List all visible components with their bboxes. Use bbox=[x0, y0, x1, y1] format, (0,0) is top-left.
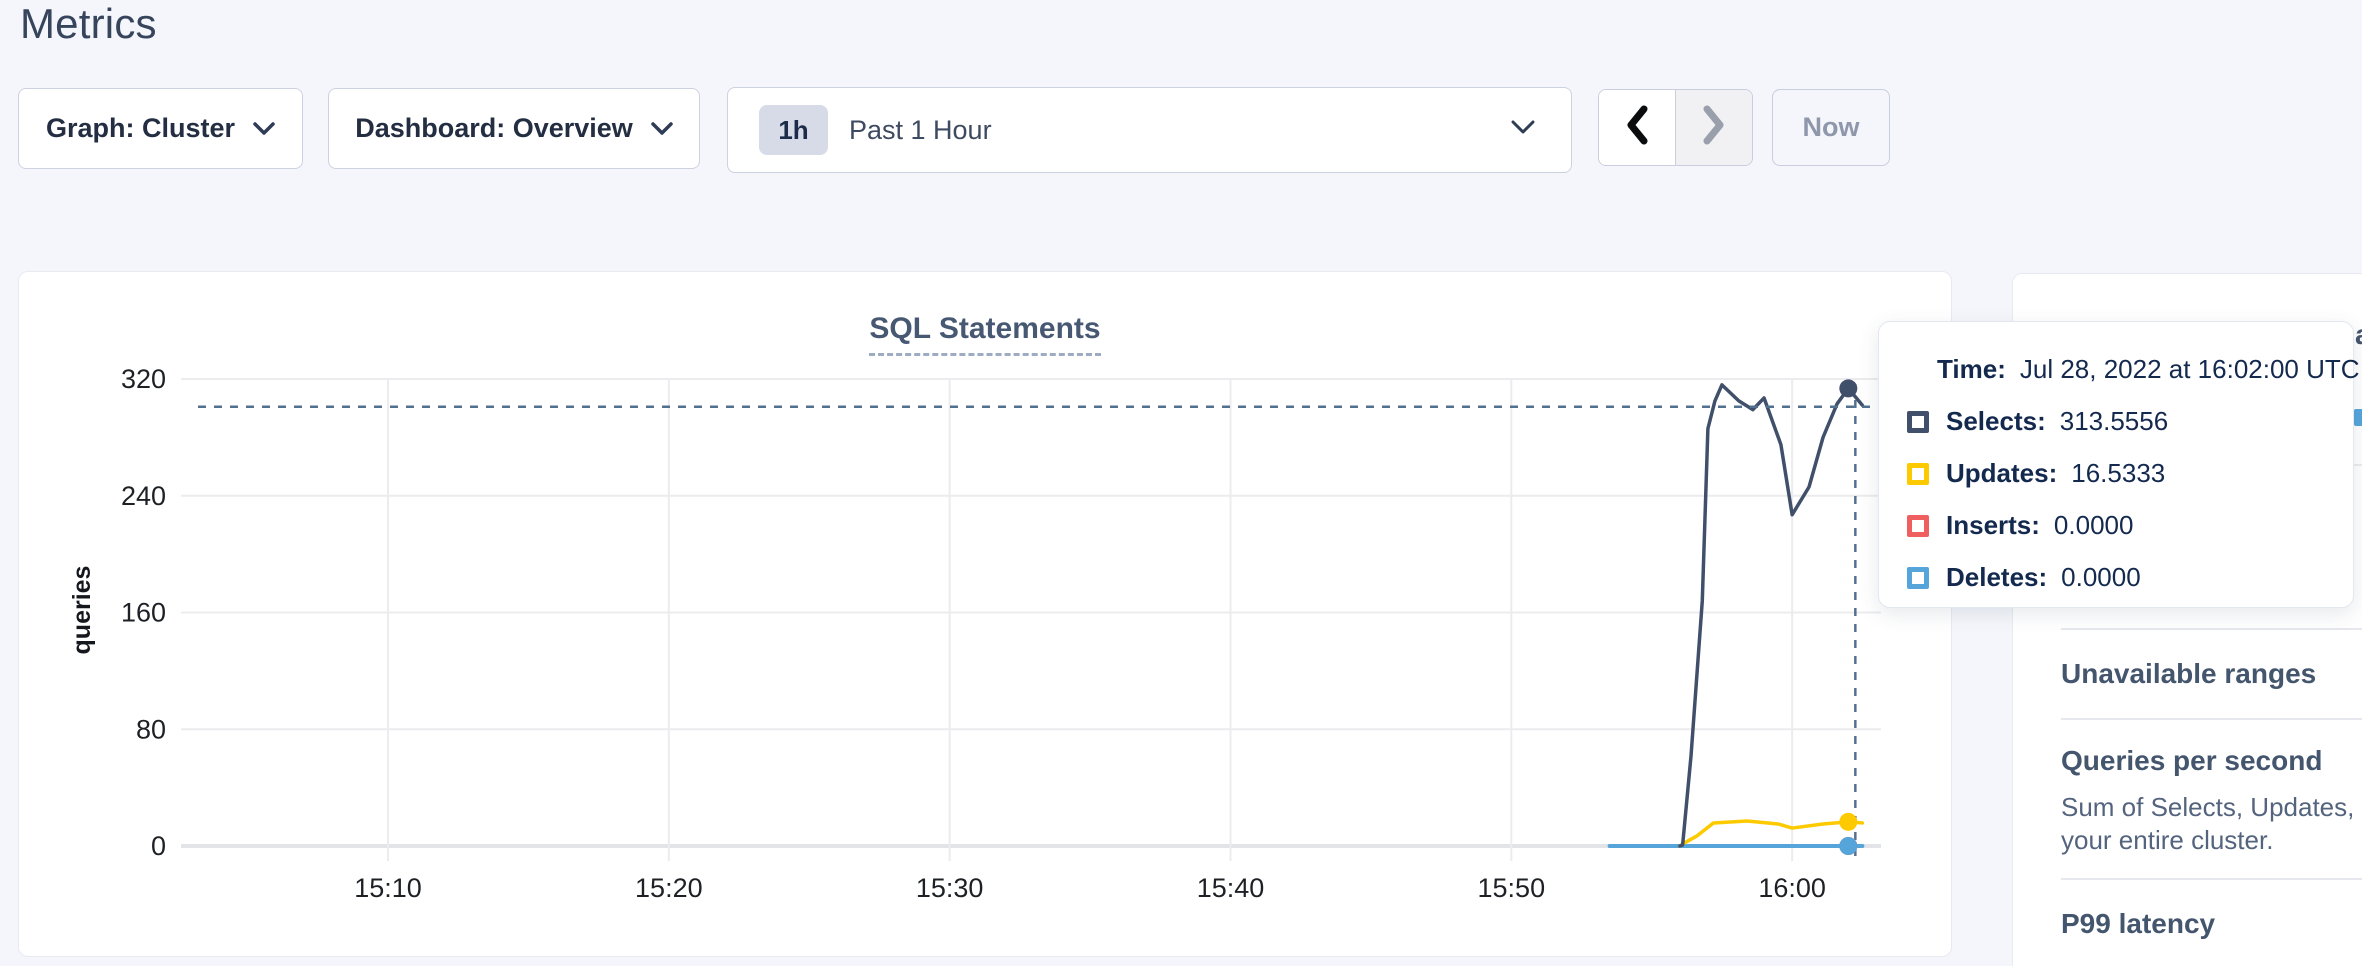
tooltip-row-value: 0.0000 bbox=[2054, 510, 2134, 541]
x-tick-label: 15:20 bbox=[635, 873, 703, 903]
divider bbox=[2061, 718, 2362, 720]
time-range-badge: 1h bbox=[759, 105, 828, 155]
selects-swatch-icon bbox=[1907, 411, 1929, 433]
y-tick-label: 320 bbox=[121, 364, 166, 394]
sidebar-section-description: your entire cluster. bbox=[2061, 825, 2273, 856]
chevron-right-icon bbox=[1701, 104, 1727, 151]
x-tick-label: 15:10 bbox=[354, 873, 422, 903]
time-range-arrows bbox=[1598, 89, 1753, 166]
dashboard-dropdown-label: Dashboard: Overview bbox=[355, 113, 633, 144]
y-tick-label: 80 bbox=[136, 714, 166, 744]
selects-line bbox=[1680, 385, 1863, 846]
page-title: Metrics bbox=[20, 0, 157, 48]
divider bbox=[2061, 628, 2362, 630]
chevron-left-icon bbox=[1624, 104, 1650, 151]
chevron-down-icon bbox=[253, 122, 275, 136]
sql-statements-chart[interactable]: 0 80 160 240 320 15:10 15:20 15:30 15:40 15:50 16:… bbox=[19, 272, 1953, 958]
deletes-hover-dot bbox=[1839, 837, 1857, 855]
divider bbox=[2061, 878, 2362, 880]
tooltip-row-label: Selects: bbox=[1946, 406, 2046, 437]
chevron-down-icon bbox=[651, 122, 673, 136]
tooltip-row-label: Inserts: bbox=[1946, 510, 2040, 541]
clipped-gridline-fragment bbox=[2354, 464, 2362, 466]
y-axis-label: queries bbox=[68, 566, 96, 655]
tooltip-row-label: Deletes: bbox=[1946, 562, 2047, 593]
clipped-chart-title-fragment: a bbox=[2355, 319, 2362, 351]
tooltip-time-label: Time: bbox=[1937, 354, 2006, 384]
tooltip-row-value: 16.5333 bbox=[2071, 458, 2165, 489]
sql-statements-card: SQL Statements 08016024032015:1015:2015:… bbox=[18, 271, 1952, 957]
x-tick-label: 16:00 bbox=[1758, 873, 1826, 903]
sidebar-section-queries-per-second[interactable]: Queries per second bbox=[2061, 745, 2322, 777]
sidebar-section-p99-latency[interactable]: P99 latency bbox=[2061, 908, 2215, 940]
inserts-swatch-icon bbox=[1907, 515, 1929, 537]
updates-swatch-icon bbox=[1907, 463, 1929, 485]
next-range-button[interactable] bbox=[1676, 90, 1752, 165]
selects-hover-dot bbox=[1839, 379, 1857, 397]
tooltip-row-value: 313.5556 bbox=[2060, 406, 2168, 437]
time-range-label: Past 1 Hour bbox=[849, 115, 992, 146]
tooltip-time-value: Jul 28, 2022 at 16:02:00 UTC bbox=[2020, 354, 2360, 384]
y-tick-label: 160 bbox=[121, 598, 166, 628]
deletes-swatch-icon bbox=[1907, 567, 1929, 589]
graph-dropdown-label: Graph: Cluster bbox=[46, 113, 235, 144]
tooltip-row-label: Updates: bbox=[1946, 458, 2057, 489]
clipped-blue-line-fragment bbox=[2354, 409, 2362, 426]
y-tick-label: 240 bbox=[121, 481, 166, 511]
y-tick-label: 0 bbox=[151, 831, 166, 861]
sidebar-section-unavailable-ranges[interactable]: Unavailable ranges bbox=[2061, 658, 2316, 690]
x-tick-label: 15:50 bbox=[1478, 873, 1546, 903]
chart-hover-tooltip: Time:Jul 28, 2022 at 16:02:00 UTC Select… bbox=[1878, 321, 2354, 608]
x-tick-label: 15:30 bbox=[916, 873, 984, 903]
prev-range-button[interactable] bbox=[1599, 90, 1676, 165]
tooltip-row-value: 0.0000 bbox=[2061, 562, 2141, 593]
updates-hover-dot bbox=[1839, 813, 1857, 831]
now-button[interactable]: Now bbox=[1772, 89, 1890, 166]
graph-dropdown[interactable]: Graph: Cluster bbox=[18, 88, 303, 169]
chevron-down-icon bbox=[1511, 120, 1535, 140]
sidebar-section-description: Sum of Selects, Updates, Inser bbox=[2061, 792, 2362, 823]
time-range-selector[interactable]: 1h Past 1 Hour bbox=[727, 87, 1572, 173]
x-tick-label: 15:40 bbox=[1197, 873, 1265, 903]
updates-line bbox=[1680, 821, 1863, 846]
dashboard-dropdown[interactable]: Dashboard: Overview bbox=[328, 88, 700, 169]
